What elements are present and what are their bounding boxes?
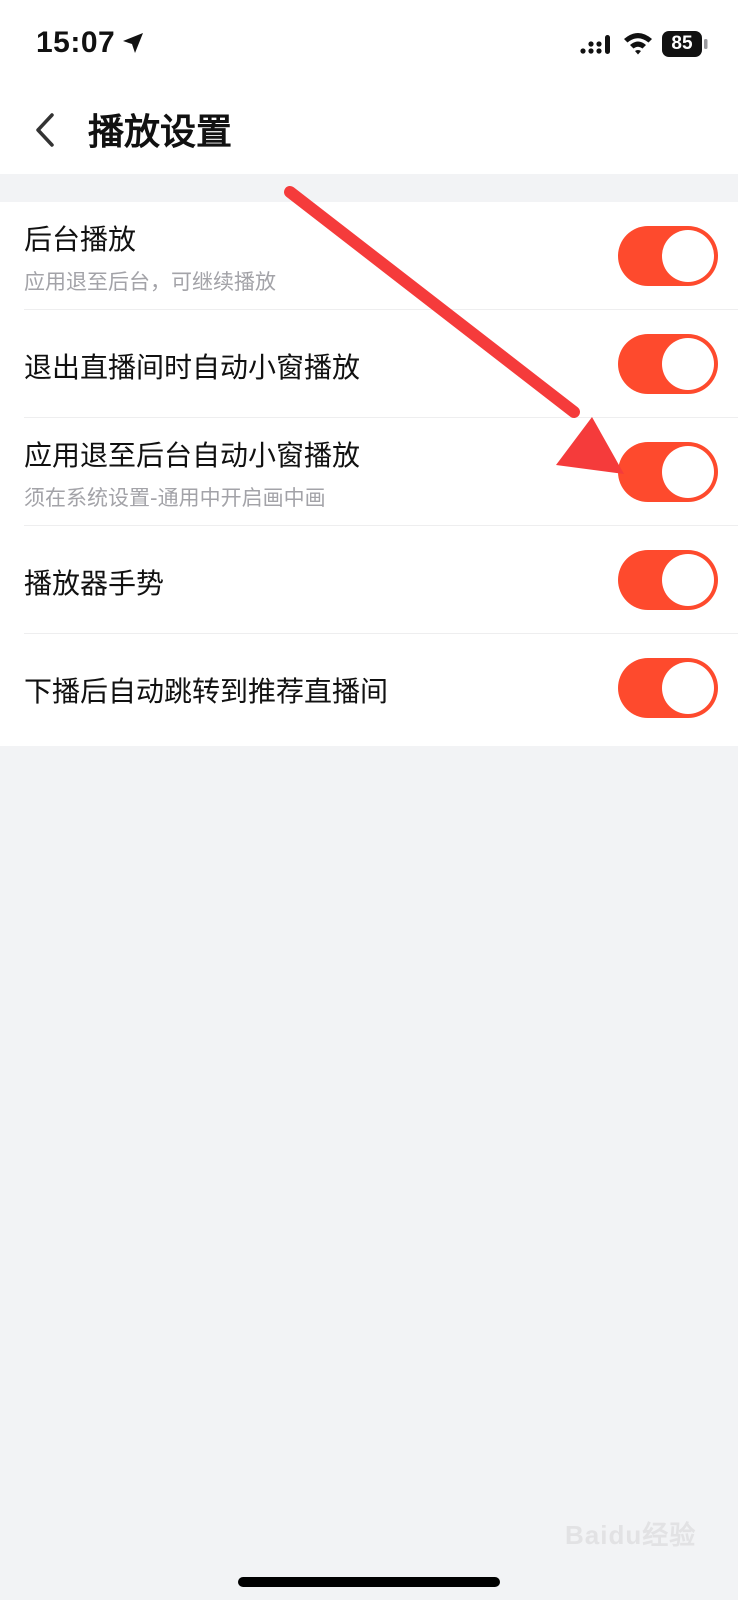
setting-row-auto-jump: 下播后自动跳转到推荐直播间	[0, 634, 738, 742]
toggle-knob	[662, 554, 714, 606]
player-gestures-toggle[interactable]	[618, 550, 718, 610]
background-pip-toggle[interactable]	[618, 442, 718, 502]
setting-row-player-gestures: 播放器手势	[0, 526, 738, 634]
setting-subtitle: 应用退至后台，可继续播放	[24, 270, 276, 294]
toggle-knob	[662, 662, 714, 714]
setting-row-background-pip: 应用退至后台自动小窗播放 须在系统设置-通用中开启画中画	[0, 418, 738, 526]
location-arrow-icon	[123, 33, 143, 53]
toggle-knob	[662, 230, 714, 282]
signal-icon	[580, 35, 610, 54]
chevron-left-icon[interactable]	[30, 110, 58, 150]
exit-live-pip-toggle[interactable]	[618, 334, 718, 394]
baidu-watermark: Baidu经验	[565, 1520, 697, 1550]
page-title: 播放设置	[88, 112, 233, 153]
setting-row-exit-live-pip: 退出直播间时自动小窗播放	[0, 310, 738, 418]
setting-title: 退出直播间时自动小窗播放	[24, 351, 361, 384]
setting-title: 后台播放	[24, 223, 137, 256]
auto-jump-toggle[interactable]	[618, 658, 718, 718]
toggle-knob	[662, 446, 714, 498]
setting-subtitle: 须在系统设置-通用中开启画中画	[24, 486, 326, 510]
status-time: 15:07	[36, 26, 116, 59]
battery-level: 85	[671, 33, 693, 54]
setting-row-background-play: 后台播放 应用退至后台，可继续播放	[0, 202, 738, 310]
setting-title: 播放器手势	[24, 567, 165, 600]
settings-list: 后台播放 应用退至后台，可继续播放 退出直播间时自动小窗播放 应用退至后台自动小…	[0, 202, 738, 746]
status-bar: 15:07 85	[0, 0, 738, 88]
toggle-knob	[662, 338, 714, 390]
home-indicator[interactable]	[238, 1577, 500, 1587]
wifi-icon	[624, 33, 652, 55]
setting-title: 应用退至后台自动小窗播放	[24, 439, 361, 472]
background-play-toggle[interactable]	[618, 226, 718, 286]
setting-title: 下播后自动跳转到推荐直播间	[24, 675, 389, 708]
